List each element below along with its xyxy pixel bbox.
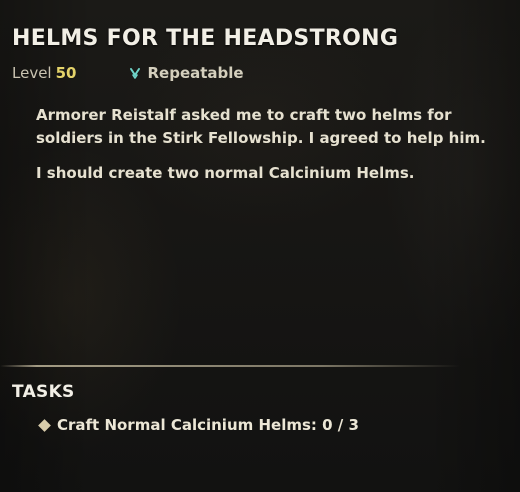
quest-description: Armorer Reistalf asked me to craft two h… <box>36 104 512 197</box>
repeatable-label: Repeatable <box>147 64 244 82</box>
description-paragraph: Armorer Reistalf asked me to craft two h… <box>36 106 486 147</box>
level-value: 50 <box>55 64 77 82</box>
task-item: Craft Normal Calcinium Helms: 0 / 3 <box>38 416 359 434</box>
description-paragraph: I should create two normal Calcinium Hel… <box>36 164 415 182</box>
quest-journal-panel: HELMS FOR THE HEADSTRONG Level 50 Repeat… <box>0 0 520 492</box>
level-label: Level <box>12 64 52 82</box>
task-label: Craft Normal Calcinium Helms: 0 / 3 <box>57 416 359 434</box>
quest-title: HELMS FOR THE HEADSTRONG <box>12 26 399 51</box>
section-divider <box>0 365 460 367</box>
repeat-chevron-icon <box>130 68 141 79</box>
repeatable-indicator: Repeatable <box>128 64 244 82</box>
diamond-bullet-icon <box>38 418 51 432</box>
quest-meta: Level 50 Repeatable <box>12 64 244 82</box>
tasks-heading: TASKS <box>12 382 75 402</box>
